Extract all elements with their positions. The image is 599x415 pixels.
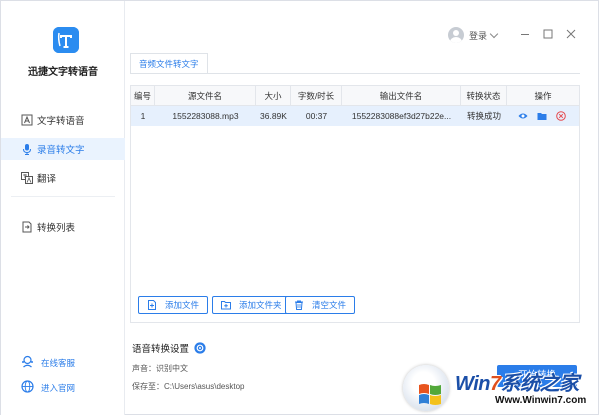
cell-source: 1552283088.mp3 xyxy=(172,111,239,121)
add-folder-label: 添加文件夹 xyxy=(239,300,282,310)
minimize-icon xyxy=(521,34,529,35)
text-to-speech-icon xyxy=(21,114,33,126)
table-row[interactable]: 1 1552283088.mp3 36.89K 00:37 1552283088… xyxy=(131,106,579,126)
chevron-down-icon xyxy=(489,29,499,38)
maximize-button[interactable] xyxy=(542,28,554,40)
add-folder-button[interactable]: 添加文件夹 xyxy=(212,296,291,314)
watermark-url: Www.Winwin7.com xyxy=(495,395,587,406)
file-table: 编号 源文件名 大小 字数/时长 输出文件名 转换状态 操作 1 1552283… xyxy=(130,85,580,323)
sidebar-item-label: 录音转文字 xyxy=(37,145,85,156)
sidebar: 迅捷文字转语音 文字转语音 录音转文字 翻译 转换列表 在线客服 进入官网 xyxy=(1,1,125,415)
app-name: 迅捷文字转语音 xyxy=(28,67,98,78)
customer-service-icon xyxy=(21,355,34,368)
app-logo-icon xyxy=(53,27,79,53)
globe-icon xyxy=(21,380,34,393)
watermark: Win7系统之家 Www.Winwin7.com xyxy=(399,359,599,415)
folder-icon[interactable] xyxy=(537,111,547,121)
clear-files-button[interactable]: 清空文件 xyxy=(285,296,356,314)
online-service-link[interactable]: 在线客服 xyxy=(22,355,76,369)
login-label: 登录 xyxy=(469,30,488,41)
close-icon xyxy=(566,29,576,39)
sidebar-item-text-to-speech[interactable]: 文字转语音 xyxy=(1,109,125,131)
watermark-brand-b: 7 xyxy=(489,373,501,395)
cell-size: 36.89K xyxy=(260,111,287,121)
tab-audio-to-text[interactable]: 音频文件转文字 xyxy=(130,53,208,74)
minimize-button[interactable] xyxy=(519,28,531,40)
column-header-status: 转换状态 xyxy=(461,86,507,106)
sidebar-item-speech-to-text[interactable]: 录音转文字 xyxy=(1,138,125,160)
avatar xyxy=(448,27,464,43)
add-file-label: 添加文件 xyxy=(165,300,200,310)
sidebar-nav: 文字转语音 录音转文字 翻译 转换列表 xyxy=(1,109,125,245)
sidebar-divider xyxy=(11,196,115,206)
trash-icon xyxy=(294,300,304,310)
online-service-label: 在线客服 xyxy=(41,358,76,368)
column-header-duration: 字数/时长 xyxy=(291,86,342,106)
add-file-button[interactable]: 添加文件 xyxy=(138,296,209,314)
column-header-source: 源文件名 xyxy=(155,86,256,106)
user-login-menu[interactable]: 登录 xyxy=(448,27,499,43)
watermark-brand-a: Win xyxy=(455,373,490,395)
tab-divider xyxy=(130,73,580,74)
conversion-list-icon xyxy=(21,221,33,233)
sidebar-item-conversion-list[interactable]: 转换列表 xyxy=(1,216,125,238)
cell-status: 转换成功 xyxy=(466,111,501,121)
watermark-brand: Win7系统之家 xyxy=(455,367,579,396)
watermark-brand-c: 系统之家 xyxy=(500,373,580,395)
official-site-link[interactable]: 进入官网 xyxy=(21,380,76,394)
save-path-value[interactable]: C:\Users\asus\desktop xyxy=(164,382,244,391)
cell-duration: 00:37 xyxy=(305,111,328,121)
cell-id: 1 xyxy=(140,111,146,121)
close-button[interactable] xyxy=(565,28,577,40)
column-header-actions: 操作 xyxy=(534,91,552,101)
column-header-id: 编号 xyxy=(131,86,155,106)
gear-icon[interactable] xyxy=(194,342,206,354)
sidebar-item-label: 翻译 xyxy=(37,174,57,185)
voice-label: 声音： xyxy=(132,364,156,373)
conversion-settings-heading: 语音转换设置 xyxy=(132,341,206,355)
sidebar-item-label: 转换列表 xyxy=(37,223,76,234)
sidebar-item-label: 文字转语音 xyxy=(37,116,85,127)
clear-files-label: 清空文件 xyxy=(312,300,347,310)
preview-icon[interactable] xyxy=(518,111,528,121)
cell-output: 1552283088ef3d27b22e... xyxy=(351,111,452,121)
microphone-icon xyxy=(21,143,33,155)
windows-logo-icon xyxy=(403,365,449,411)
translate-icon xyxy=(21,172,33,184)
maximize-icon xyxy=(543,29,553,39)
column-header-output: 输出文件名 xyxy=(342,86,461,106)
app-window: 迅捷文字转语音 文字转语音 录音转文字 翻译 转换列表 在线客服 进入官网 登录… xyxy=(0,0,599,415)
add-folder-icon xyxy=(221,300,231,310)
voice-value: 识别中文 xyxy=(156,364,188,373)
official-site-label: 进入官网 xyxy=(41,383,76,393)
voice-setting: 声音：识别中文 xyxy=(132,363,188,374)
settings-title: 语音转换设置 xyxy=(132,344,190,355)
add-file-icon xyxy=(147,300,157,310)
sidebar-item-translate[interactable]: 翻译 xyxy=(1,167,125,189)
table-header: 编号 源文件名 大小 字数/时长 输出文件名 转换状态 操作 xyxy=(131,86,579,106)
save-path-setting: 保存至：C:\Users\asus\desktop xyxy=(132,381,244,392)
column-header-size: 大小 xyxy=(256,86,291,106)
delete-icon[interactable] xyxy=(556,111,566,121)
save-label: 保存至： xyxy=(132,382,164,391)
